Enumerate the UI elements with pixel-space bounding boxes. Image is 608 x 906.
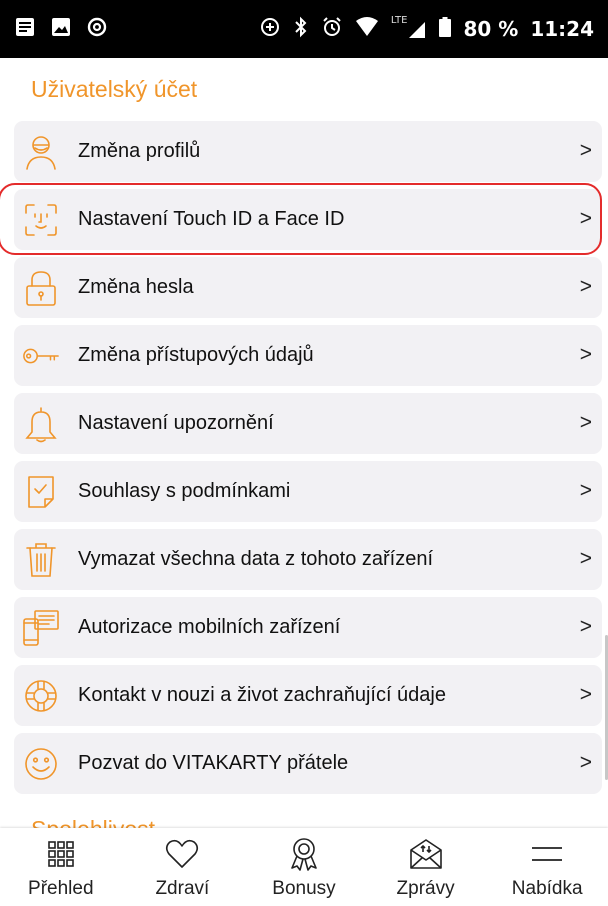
devices-icon [22, 609, 60, 647]
list-item-label: Změna přístupových údajů [78, 344, 314, 366]
trash-icon [22, 541, 60, 579]
list-item-label: Pozvat do VITAKARTY přátele [78, 752, 349, 774]
nav-bonuses[interactable]: Bonusy [243, 828, 365, 906]
nav-label: Zdraví [155, 878, 210, 899]
chevron-right-icon: > [579, 207, 592, 230]
menu-icon [530, 836, 564, 872]
chevron-right-icon: > [579, 615, 592, 638]
list-item-label: Nastavení upozornění [78, 412, 274, 434]
nav-messages[interactable]: Zprávy [365, 828, 487, 906]
image-icon [50, 16, 72, 43]
status-bar: LTE 80 % 11:24 [0, 0, 608, 58]
nav-menu[interactable]: Nabídka [486, 828, 608, 906]
notes-icon [14, 16, 36, 43]
profile-icon [22, 133, 60, 171]
list-item-change-access-data[interactable]: Změna přístupových údajů > [14, 325, 602, 386]
nav-label: Přehled [28, 878, 94, 899]
chevron-right-icon: > [579, 411, 592, 434]
list-item-label: Kontakt v nouzi a život zachraňující úda… [78, 684, 446, 706]
nav-label: Bonusy [272, 878, 336, 899]
list-item-delete-all-data[interactable]: Vymazat všechna data z tohoto zařízení > [14, 529, 602, 590]
list-item-label: Souhlasy s podmínkami [78, 480, 291, 502]
lifebuoy-icon [22, 677, 60, 715]
nav-label: Nabídka [511, 878, 583, 899]
list-item-label: Změna hesla [78, 276, 194, 298]
smiley-icon [22, 745, 60, 783]
list-item-change-profiles[interactable]: Změna profilů > [14, 121, 602, 182]
list-item-invite-friends[interactable]: Pozvat do VITAKARTY přátele > [14, 733, 602, 794]
chevron-right-icon: > [579, 275, 592, 298]
alarm-icon [321, 16, 343, 43]
list-item-device-authorization[interactable]: Autorizace mobilních zařízení > [14, 597, 602, 658]
nav-health[interactable]: Zdraví [122, 828, 244, 906]
clock: 11:24 [530, 17, 594, 41]
at-icon [86, 16, 108, 43]
list-item-label: Vymazat všechna data z tohoto zařízení [78, 548, 434, 570]
bell-icon [22, 405, 60, 443]
wifi-icon [355, 16, 379, 43]
list-item-change-password[interactable]: Změna hesla > [14, 257, 602, 318]
list-item-notification-settings[interactable]: Nastavení upozornění > [14, 393, 602, 454]
list-item-emergency-contact[interactable]: Kontakt v nouzi a život zachraňující úda… [14, 665, 602, 726]
list-item-label: Změna profilů [78, 140, 201, 162]
key-icon [22, 337, 60, 375]
settings-list: Změna profilů > Nastavení Touch ID a Fac… [14, 121, 602, 801]
list-item-label: Autorizace mobilních zařízení [78, 616, 341, 638]
nav-label: Zprávy [396, 878, 455, 899]
lock-icon [22, 269, 60, 307]
document-check-icon [22, 473, 60, 511]
battery-percent: 80 % [463, 17, 519, 41]
nav-overview[interactable]: Přehled [0, 828, 122, 906]
chevron-right-icon: > [579, 683, 592, 706]
envelope-icon [409, 836, 443, 872]
chevron-right-icon: > [579, 139, 592, 162]
heart-icon [165, 836, 199, 872]
data-saver-icon [259, 16, 281, 43]
chevron-right-icon: > [579, 343, 592, 366]
award-icon [289, 836, 319, 872]
grid-icon [47, 836, 75, 872]
battery-icon [439, 16, 452, 42]
chevron-right-icon: > [579, 751, 592, 774]
face-id-icon [22, 201, 60, 239]
bluetooth-icon [293, 16, 309, 43]
section-title: Uživatelský účet [31, 76, 198, 102]
lte-signal-icon: LTE [391, 15, 428, 39]
list-item-touch-face-id[interactable]: Nastavení Touch ID a Face ID > [14, 189, 602, 250]
chevron-right-icon: > [579, 479, 592, 502]
bottom-navigation: Přehled Zdraví Bonusy Zprávy Nabídka [0, 828, 608, 906]
list-item-label: Nastavení Touch ID a Face ID [78, 208, 345, 230]
chevron-right-icon: > [579, 547, 592, 570]
list-item-terms-consents[interactable]: Souhlasy s podmínkami > [14, 461, 602, 522]
